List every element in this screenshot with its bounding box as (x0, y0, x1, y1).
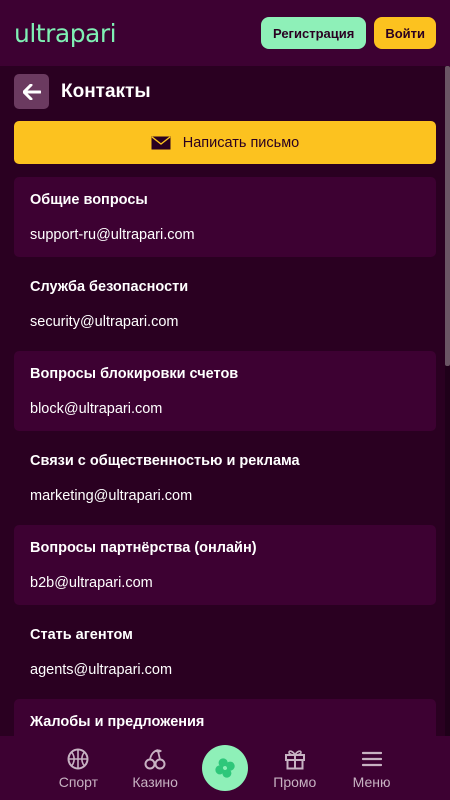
write-email-label: Написать письмо (182, 134, 300, 151)
contact-title: Вопросы блокировки счетов (30, 366, 239, 382)
contact-item: Вопросы партнёрства (онлайн) b2b@ultrapa… (14, 525, 436, 605)
register-button[interactable]: Регистрация (260, 17, 367, 49)
back-button[interactable] (14, 74, 49, 109)
envelope-icon (151, 135, 171, 149)
contact-email-link[interactable]: support-ru@ultrapari.com (30, 227, 420, 243)
contact-item: Общие вопросы support-ru@ultrapari.com (14, 177, 436, 257)
nav-label-menu: Меню (352, 773, 391, 790)
contact-item: Вопросы блокировки счетов block@ultrapar… (14, 351, 436, 431)
nav-item-promo[interactable]: Промо (265, 747, 325, 790)
contact-email-link[interactable]: agents@ultrapari.com (30, 662, 420, 678)
nav-label-casino: Казино (132, 773, 178, 790)
top-header: ultrapari Регистрация Войти (0, 0, 450, 66)
header-actions: Регистрация Войти (260, 17, 436, 49)
hamburger-menu-icon (361, 751, 382, 766)
nav-item-sport[interactable]: Спорт (48, 747, 108, 790)
contact-list: Общие вопросы support-ru@ultrapari.com С… (14, 177, 436, 786)
contact-title: Жалобы и предложения (30, 714, 205, 730)
page-title: Контакты (61, 80, 151, 102)
nav-label-promo: Промо (273, 773, 317, 790)
contact-title: Стать агентом (30, 627, 133, 643)
nav-item-menu[interactable]: Меню (342, 747, 402, 790)
center-action-button[interactable] (201, 745, 248, 791)
arrow-left-icon (22, 83, 41, 100)
contact-email-link[interactable]: marketing@ultrapari.com (30, 488, 420, 504)
bottom-navigation: Спорт Казино Промо Меню (0, 736, 450, 800)
clover-icon (215, 758, 235, 778)
contact-item: Стать агентом agents@ultrapari.com (14, 612, 436, 692)
contact-title: Вопросы партнёрства (онлайн) (30, 540, 257, 556)
nav-label-sport: Спорт (58, 773, 99, 790)
scrollbar-thumb[interactable] (445, 66, 450, 366)
brand-logo[interactable]: ultrapari (14, 19, 117, 48)
contact-title: Общие вопросы (30, 192, 148, 208)
cherries-icon (144, 748, 166, 769)
contact-title: Служба безопасности (30, 279, 189, 295)
contact-email-link[interactable]: security@ultrapari.com (30, 314, 420, 330)
write-email-button[interactable]: Написать письмо (14, 121, 436, 164)
login-button[interactable]: Войти (374, 17, 436, 49)
contact-title: Связи с общественностью и реклама (30, 453, 300, 469)
contact-email-link[interactable]: block@ultrapari.com (30, 401, 420, 417)
contact-item: Связи с общественностью и реклама market… (14, 438, 436, 518)
nav-item-casino[interactable]: Казино (125, 747, 185, 790)
page-title-row: Контакты (14, 74, 151, 109)
contact-email-link[interactable]: b2b@ultrapari.com (30, 575, 420, 591)
contact-item: Служба безопасности security@ultrapari.c… (14, 264, 436, 344)
gift-icon (284, 749, 305, 769)
basketball-icon (67, 748, 89, 769)
